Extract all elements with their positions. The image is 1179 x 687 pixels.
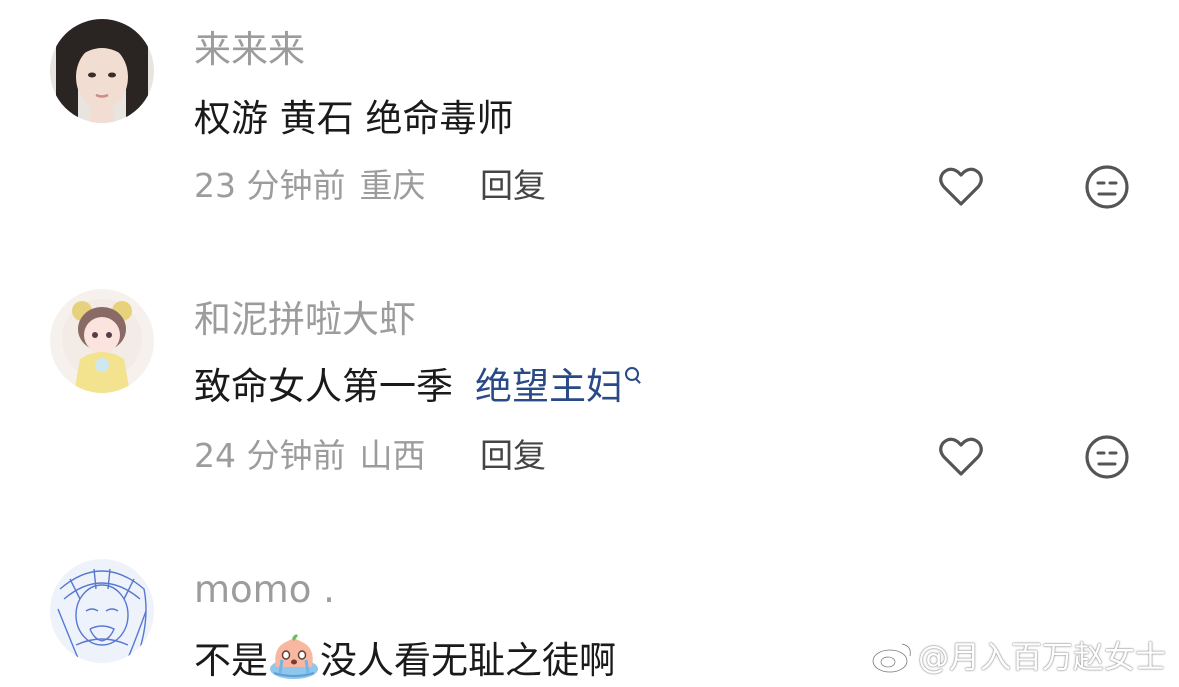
search-icon xyxy=(625,367,639,381)
heart-outline-icon xyxy=(939,167,983,206)
dislike-button[interactable] xyxy=(1082,432,1132,482)
comment-text-after: 没人看无耻之徒啊 xyxy=(320,639,616,682)
comment-time: 23 分钟前 xyxy=(194,166,346,205)
like-button[interactable] xyxy=(936,162,986,212)
comment-text-before: 不是 xyxy=(194,639,268,682)
comment-location: 重庆 xyxy=(359,166,426,205)
neutral-face-icon xyxy=(1085,165,1129,209)
comment-location: 山西 xyxy=(359,436,426,475)
search-link-label: 绝望主妇 xyxy=(475,365,623,408)
comment-text: 致命女人第一季 绝望主妇 xyxy=(194,364,639,410)
user-avatar[interactable] xyxy=(50,289,154,393)
like-button[interactable] xyxy=(936,432,986,482)
neutral-face-icon xyxy=(1085,435,1129,479)
user-avatar[interactable] xyxy=(50,19,154,123)
crying-peach-emoji xyxy=(270,634,318,679)
reply-button[interactable]: 回复 xyxy=(480,436,546,476)
comment-text: 不是 没人看无耻之徒啊 xyxy=(194,633,616,684)
user-avatar[interactable] xyxy=(50,559,154,663)
username[interactable]: 和泥拼啦大虾 xyxy=(194,298,416,342)
dislike-button[interactable] xyxy=(1082,162,1132,212)
comment-text: 权游 黄石 绝命毒师 xyxy=(194,97,514,140)
watermark: @月入百万赵女士 xyxy=(870,638,1166,678)
comment-list: 来来来 权游 黄石 绝命毒师 23 分钟前 重庆 回复 和泥拼啦大虾 致命女人第… xyxy=(0,0,1179,687)
heart-outline-icon xyxy=(939,437,983,476)
comment-meta: 24 分钟前 山西 xyxy=(194,436,425,476)
username[interactable]: 来来来 xyxy=(194,28,305,72)
comment-text-main: 致命女人第一季 xyxy=(194,365,453,408)
weibo-logo-icon xyxy=(871,642,912,674)
search-link[interactable]: 绝望主妇 xyxy=(475,365,639,408)
reply-button[interactable]: 回复 xyxy=(480,166,546,206)
username[interactable]: momo . xyxy=(194,568,335,612)
watermark-text: @月入百万赵女士 xyxy=(918,640,1166,676)
comment-time: 24 分钟前 xyxy=(194,436,346,475)
comment-meta: 23 分钟前 重庆 xyxy=(194,166,425,206)
